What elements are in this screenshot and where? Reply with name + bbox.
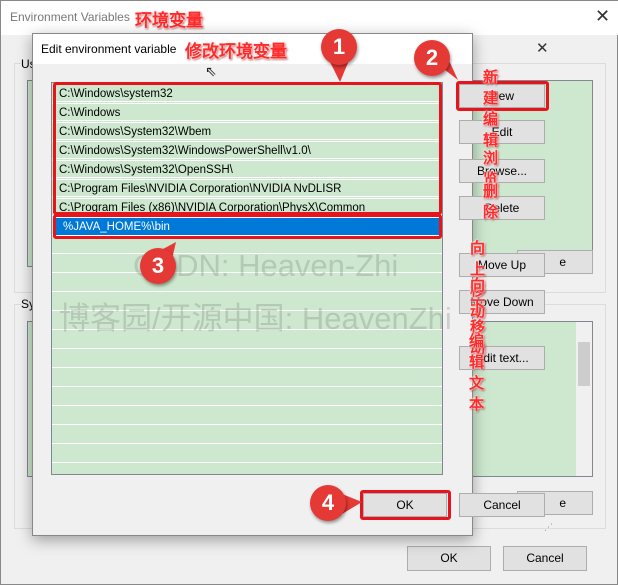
marker-1: 1 [321,29,357,65]
marker-4: 4 [310,485,346,521]
mouse-cursor-icon: ⇖ [205,63,217,79]
marker-tails [150,54,458,514]
marker-2: 2 [414,40,450,76]
marker-3: 3 [140,248,176,284]
